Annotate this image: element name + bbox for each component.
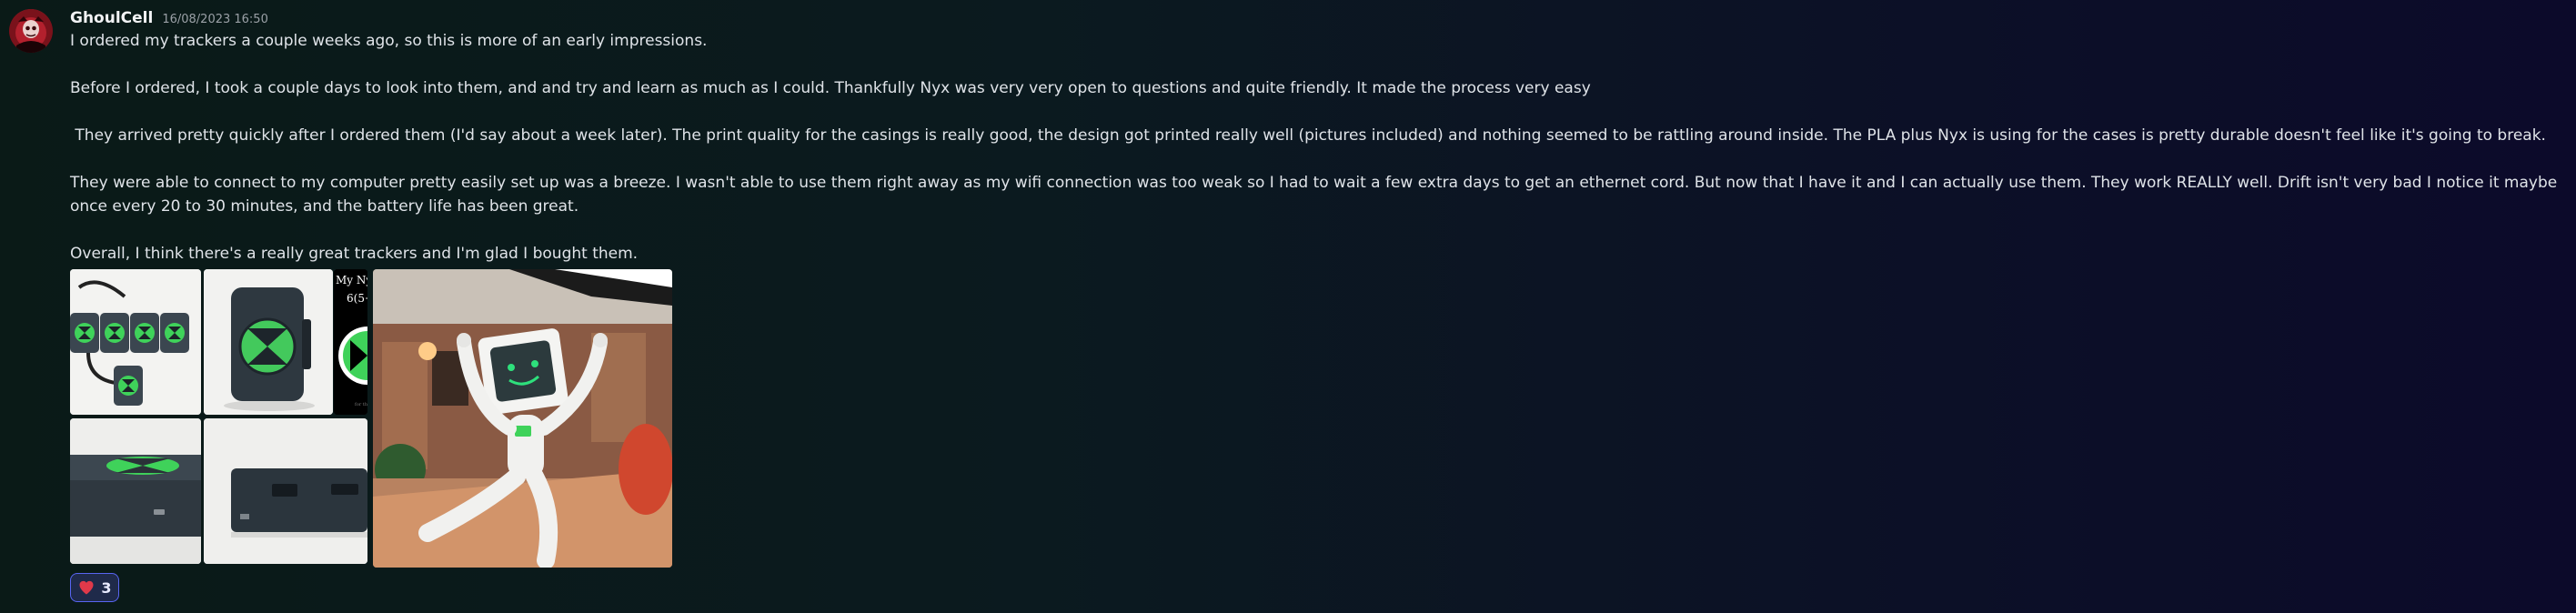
user-avatar[interactable] <box>9 9 53 53</box>
attachment-image-tracker-bottom[interactable] <box>70 418 201 564</box>
card-text-line-2: 6(5+ <box>347 292 367 305</box>
image-gallery: for the My Ny 6(5+ <box>70 269 672 568</box>
chat-message: GhoulCell 16/08/2023 16:50 I ordered my … <box>0 0 2576 613</box>
message-paragraph-4: They were able to connect to my computer… <box>70 174 2562 216</box>
message-paragraph-1: I ordered my trackers a couple weeks ago… <box>70 32 708 50</box>
attachment-image-tracker-single[interactable] <box>204 269 333 415</box>
message-header: GhoulCell 16/08/2023 16:50 <box>70 9 2567 29</box>
attachment-image-tracker-row[interactable] <box>70 269 201 415</box>
username[interactable]: GhoulCell <box>70 9 153 27</box>
heart-icon <box>79 580 94 595</box>
attachment-image-vr-robot[interactable] <box>373 269 672 568</box>
attachment-image-info-card[interactable]: for the My Ny 6(5+ <box>334 269 367 415</box>
message-content: GhoulCell 16/08/2023 16:50 I ordered my … <box>70 9 2567 568</box>
message-paragraph-3: They arrived pretty quickly after I orde… <box>70 126 2546 145</box>
message-paragraph-2: Before I ordered, I took a couple days t… <box>70 79 1591 97</box>
reaction-heart[interactable]: 3 <box>70 573 119 602</box>
svg-text:for the: for the <box>355 402 367 407</box>
card-text-line-1: My Ny <box>336 274 367 286</box>
reaction-count: 3 <box>101 578 112 597</box>
message-paragraph-5: Overall, I think there's a really great … <box>70 245 639 263</box>
attachment-image-tracker-ports[interactable] <box>204 418 367 564</box>
timestamp: 16/08/2023 16:50 <box>162 13 268 26</box>
avatar-image <box>9 9 53 53</box>
